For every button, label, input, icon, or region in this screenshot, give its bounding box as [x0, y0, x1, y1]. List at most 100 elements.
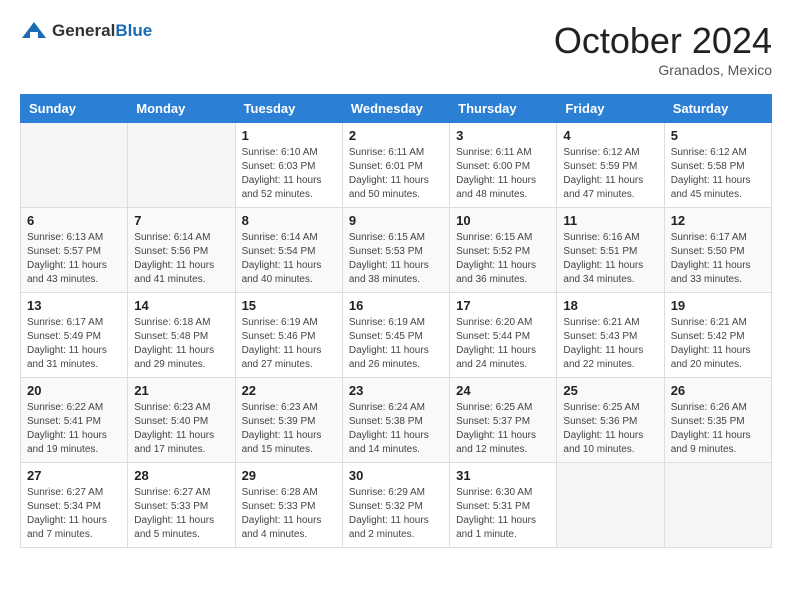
- day-info: Sunrise: 6:29 AMSunset: 5:32 PMDaylight:…: [349, 486, 443, 542]
- day-info: Sunrise: 6:30 AMSunset: 5:31 PMDaylight:…: [456, 486, 550, 542]
- calendar-day-cell: 3 Sunrise: 6:11 AMSunset: 6:00 PMDaylight…: [450, 123, 557, 208]
- calendar-day-cell: 2 Sunrise: 6:11 AMSunset: 6:01 PMDaylight…: [342, 123, 449, 208]
- calendar-day-cell: [128, 123, 235, 208]
- day-number: 10: [456, 213, 550, 228]
- location: Granados, Mexico: [554, 62, 772, 78]
- calendar-day-cell: 4 Sunrise: 6:12 AMSunset: 5:59 PMDaylight…: [557, 123, 664, 208]
- calendar-week-row: 6Sunrise: 6:13 AMSunset: 5:57 PMDaylight…: [21, 208, 772, 293]
- weekday-header: Wednesday: [342, 95, 449, 123]
- calendar-day-cell: 25Sunrise: 6:25 AMSunset: 5:36 PMDayligh…: [557, 378, 664, 463]
- day-number: 14: [134, 298, 228, 313]
- page-header: GeneralBlue October 2024 Granados, Mexic…: [20, 20, 772, 78]
- day-info: Sunrise: 6:18 AMSunset: 5:48 PMDaylight:…: [134, 316, 228, 372]
- day-number: 29: [242, 468, 336, 483]
- day-info: Sunrise: 6:12 AMSunset: 5:59 PMDaylight:…: [563, 146, 657, 202]
- day-number: 5: [671, 128, 765, 143]
- logo: GeneralBlue: [20, 20, 152, 42]
- calendar-week-row: 20 Sunrise: 6:22 AMSunset: 5:41 PMDayligh…: [21, 378, 772, 463]
- calendar-day-cell: 17 Sunrise: 6:20 AMSunset: 5:44 PMDayligh…: [450, 293, 557, 378]
- day-info: Sunrise: 6:21 AMSunset: 5:43 PMDaylight:…: [563, 316, 657, 372]
- weekday-header: Saturday: [664, 95, 771, 123]
- day-number: 15: [242, 298, 336, 313]
- calendar-week-row: 27 Sunrise: 6:27 AMSunset: 5:34 PMDayligh…: [21, 463, 772, 548]
- day-number: 28: [134, 468, 228, 483]
- day-number: 2: [349, 128, 443, 143]
- day-number: 22: [242, 383, 336, 398]
- weekday-header: Friday: [557, 95, 664, 123]
- calendar-day-cell: 19 Sunrise: 6:21 AMSunset: 5:42 PMDayligh…: [664, 293, 771, 378]
- calendar-day-cell: 8 Sunrise: 6:14 AMSunset: 5:54 PMDaylight…: [235, 208, 342, 293]
- day-info: Sunrise: 6:23 AMSunset: 5:39 PMDaylight:…: [242, 401, 336, 457]
- day-number: 26: [671, 383, 765, 398]
- day-info: Sunrise: 6:11 AMSunset: 6:00 PMDaylight:…: [456, 146, 550, 202]
- logo-icon: [20, 20, 48, 42]
- day-number: 19: [671, 298, 765, 313]
- day-number: 7: [134, 213, 228, 228]
- calendar-day-cell: [664, 463, 771, 548]
- day-number: 4: [563, 128, 657, 143]
- calendar-day-cell: 7 Sunrise: 6:14 AMSunset: 5:56 PMDaylight…: [128, 208, 235, 293]
- day-info: Sunrise: 6:10 AMSunset: 6:03 PMDaylight:…: [242, 146, 336, 202]
- day-info: Sunrise: 6:14 AMSunset: 5:56 PMDaylight:…: [134, 231, 228, 287]
- day-info: Sunrise: 6:24 AMSunset: 5:38 PMDaylight:…: [349, 401, 443, 457]
- day-number: 13: [27, 298, 121, 313]
- day-number: 6: [27, 213, 121, 228]
- day-info: Sunrise: 6:11 AMSunset: 6:01 PMDaylight:…: [349, 146, 443, 202]
- day-info: Sunrise: 6:27 AMSunset: 5:33 PMDaylight:…: [134, 486, 228, 542]
- day-number: 12: [671, 213, 765, 228]
- calendar-day-cell: 16 Sunrise: 6:19 AMSunset: 5:45 PMDayligh…: [342, 293, 449, 378]
- day-number: 11: [563, 213, 657, 228]
- day-number: 24: [456, 383, 550, 398]
- day-number: 3: [456, 128, 550, 143]
- calendar-day-cell: 24 Sunrise: 6:25 AMSunset: 5:37 PMDayligh…: [450, 378, 557, 463]
- calendar-day-cell: 11Sunrise: 6:16 AMSunset: 5:51 PMDayligh…: [557, 208, 664, 293]
- day-number: 18: [563, 298, 657, 313]
- calendar-day-cell: [557, 463, 664, 548]
- calendar-day-cell: [21, 123, 128, 208]
- calendar-day-cell: 13 Sunrise: 6:17 AMSunset: 5:49 PMDayligh…: [21, 293, 128, 378]
- day-number: 17: [456, 298, 550, 313]
- calendar-day-cell: 21Sunrise: 6:23 AMSunset: 5:40 PMDayligh…: [128, 378, 235, 463]
- day-number: 23: [349, 383, 443, 398]
- day-number: 20: [27, 383, 121, 398]
- calendar-day-cell: 9Sunrise: 6:15 AMSunset: 5:53 PMDaylight…: [342, 208, 449, 293]
- day-info: Sunrise: 6:28 AMSunset: 5:33 PMDaylight:…: [242, 486, 336, 542]
- calendar-day-cell: 12Sunrise: 6:17 AMSunset: 5:50 PMDayligh…: [664, 208, 771, 293]
- day-number: 21: [134, 383, 228, 398]
- day-number: 25: [563, 383, 657, 398]
- day-number: 27: [27, 468, 121, 483]
- title-area: October 2024 Granados, Mexico: [554, 20, 772, 78]
- calendar-day-cell: 20 Sunrise: 6:22 AMSunset: 5:41 PMDayligh…: [21, 378, 128, 463]
- calendar-header-row: SundayMondayTuesdayWednesdayThursdayFrid…: [21, 95, 772, 123]
- calendar-day-cell: 1Sunrise: 6:10 AMSunset: 6:03 PMDaylight…: [235, 123, 342, 208]
- calendar-day-cell: 22 Sunrise: 6:23 AMSunset: 5:39 PMDayligh…: [235, 378, 342, 463]
- day-info: Sunrise: 6:15 AMSunset: 5:53 PMDaylight:…: [349, 231, 443, 287]
- calendar-day-cell: 26 Sunrise: 6:26 AMSunset: 5:35 PMDayligh…: [664, 378, 771, 463]
- weekday-header: Monday: [128, 95, 235, 123]
- day-info: Sunrise: 6:19 AMSunset: 5:46 PMDaylight:…: [242, 316, 336, 372]
- calendar-day-cell: 31Sunrise: 6:30 AMSunset: 5:31 PMDayligh…: [450, 463, 557, 548]
- day-info: Sunrise: 6:21 AMSunset: 5:42 PMDaylight:…: [671, 316, 765, 372]
- day-info: Sunrise: 6:17 AMSunset: 5:49 PMDaylight:…: [27, 316, 121, 372]
- day-number: 8: [242, 213, 336, 228]
- logo-blue: Blue: [115, 21, 152, 40]
- day-number: 16: [349, 298, 443, 313]
- calendar-day-cell: 10 Sunrise: 6:15 AMSunset: 5:52 PMDayligh…: [450, 208, 557, 293]
- calendar-day-cell: 18 Sunrise: 6:21 AMSunset: 5:43 PMDayligh…: [557, 293, 664, 378]
- day-info: Sunrise: 6:15 AMSunset: 5:52 PMDaylight:…: [456, 231, 550, 287]
- calendar-day-cell: 5Sunrise: 6:12 AMSunset: 5:58 PMDaylight…: [664, 123, 771, 208]
- day-info: Sunrise: 6:20 AMSunset: 5:44 PMDaylight:…: [456, 316, 550, 372]
- calendar-day-cell: 14 Sunrise: 6:18 AMSunset: 5:48 PMDayligh…: [128, 293, 235, 378]
- day-info: Sunrise: 6:26 AMSunset: 5:35 PMDaylight:…: [671, 401, 765, 457]
- day-info: Sunrise: 6:19 AMSunset: 5:45 PMDaylight:…: [349, 316, 443, 372]
- day-info: Sunrise: 6:27 AMSunset: 5:34 PMDaylight:…: [27, 486, 121, 542]
- calendar-week-row: 1Sunrise: 6:10 AMSunset: 6:03 PMDaylight…: [21, 123, 772, 208]
- day-number: 30: [349, 468, 443, 483]
- weekday-header: Tuesday: [235, 95, 342, 123]
- calendar-day-cell: 15 Sunrise: 6:19 AMSunset: 5:46 PMDayligh…: [235, 293, 342, 378]
- day-info: Sunrise: 6:14 AMSunset: 5:54 PMDaylight:…: [242, 231, 336, 287]
- calendar-day-cell: 27 Sunrise: 6:27 AMSunset: 5:34 PMDayligh…: [21, 463, 128, 548]
- day-info: Sunrise: 6:25 AMSunset: 5:37 PMDaylight:…: [456, 401, 550, 457]
- calendar-day-cell: 28 Sunrise: 6:27 AMSunset: 5:33 PMDayligh…: [128, 463, 235, 548]
- day-info: Sunrise: 6:22 AMSunset: 5:41 PMDaylight:…: [27, 401, 121, 457]
